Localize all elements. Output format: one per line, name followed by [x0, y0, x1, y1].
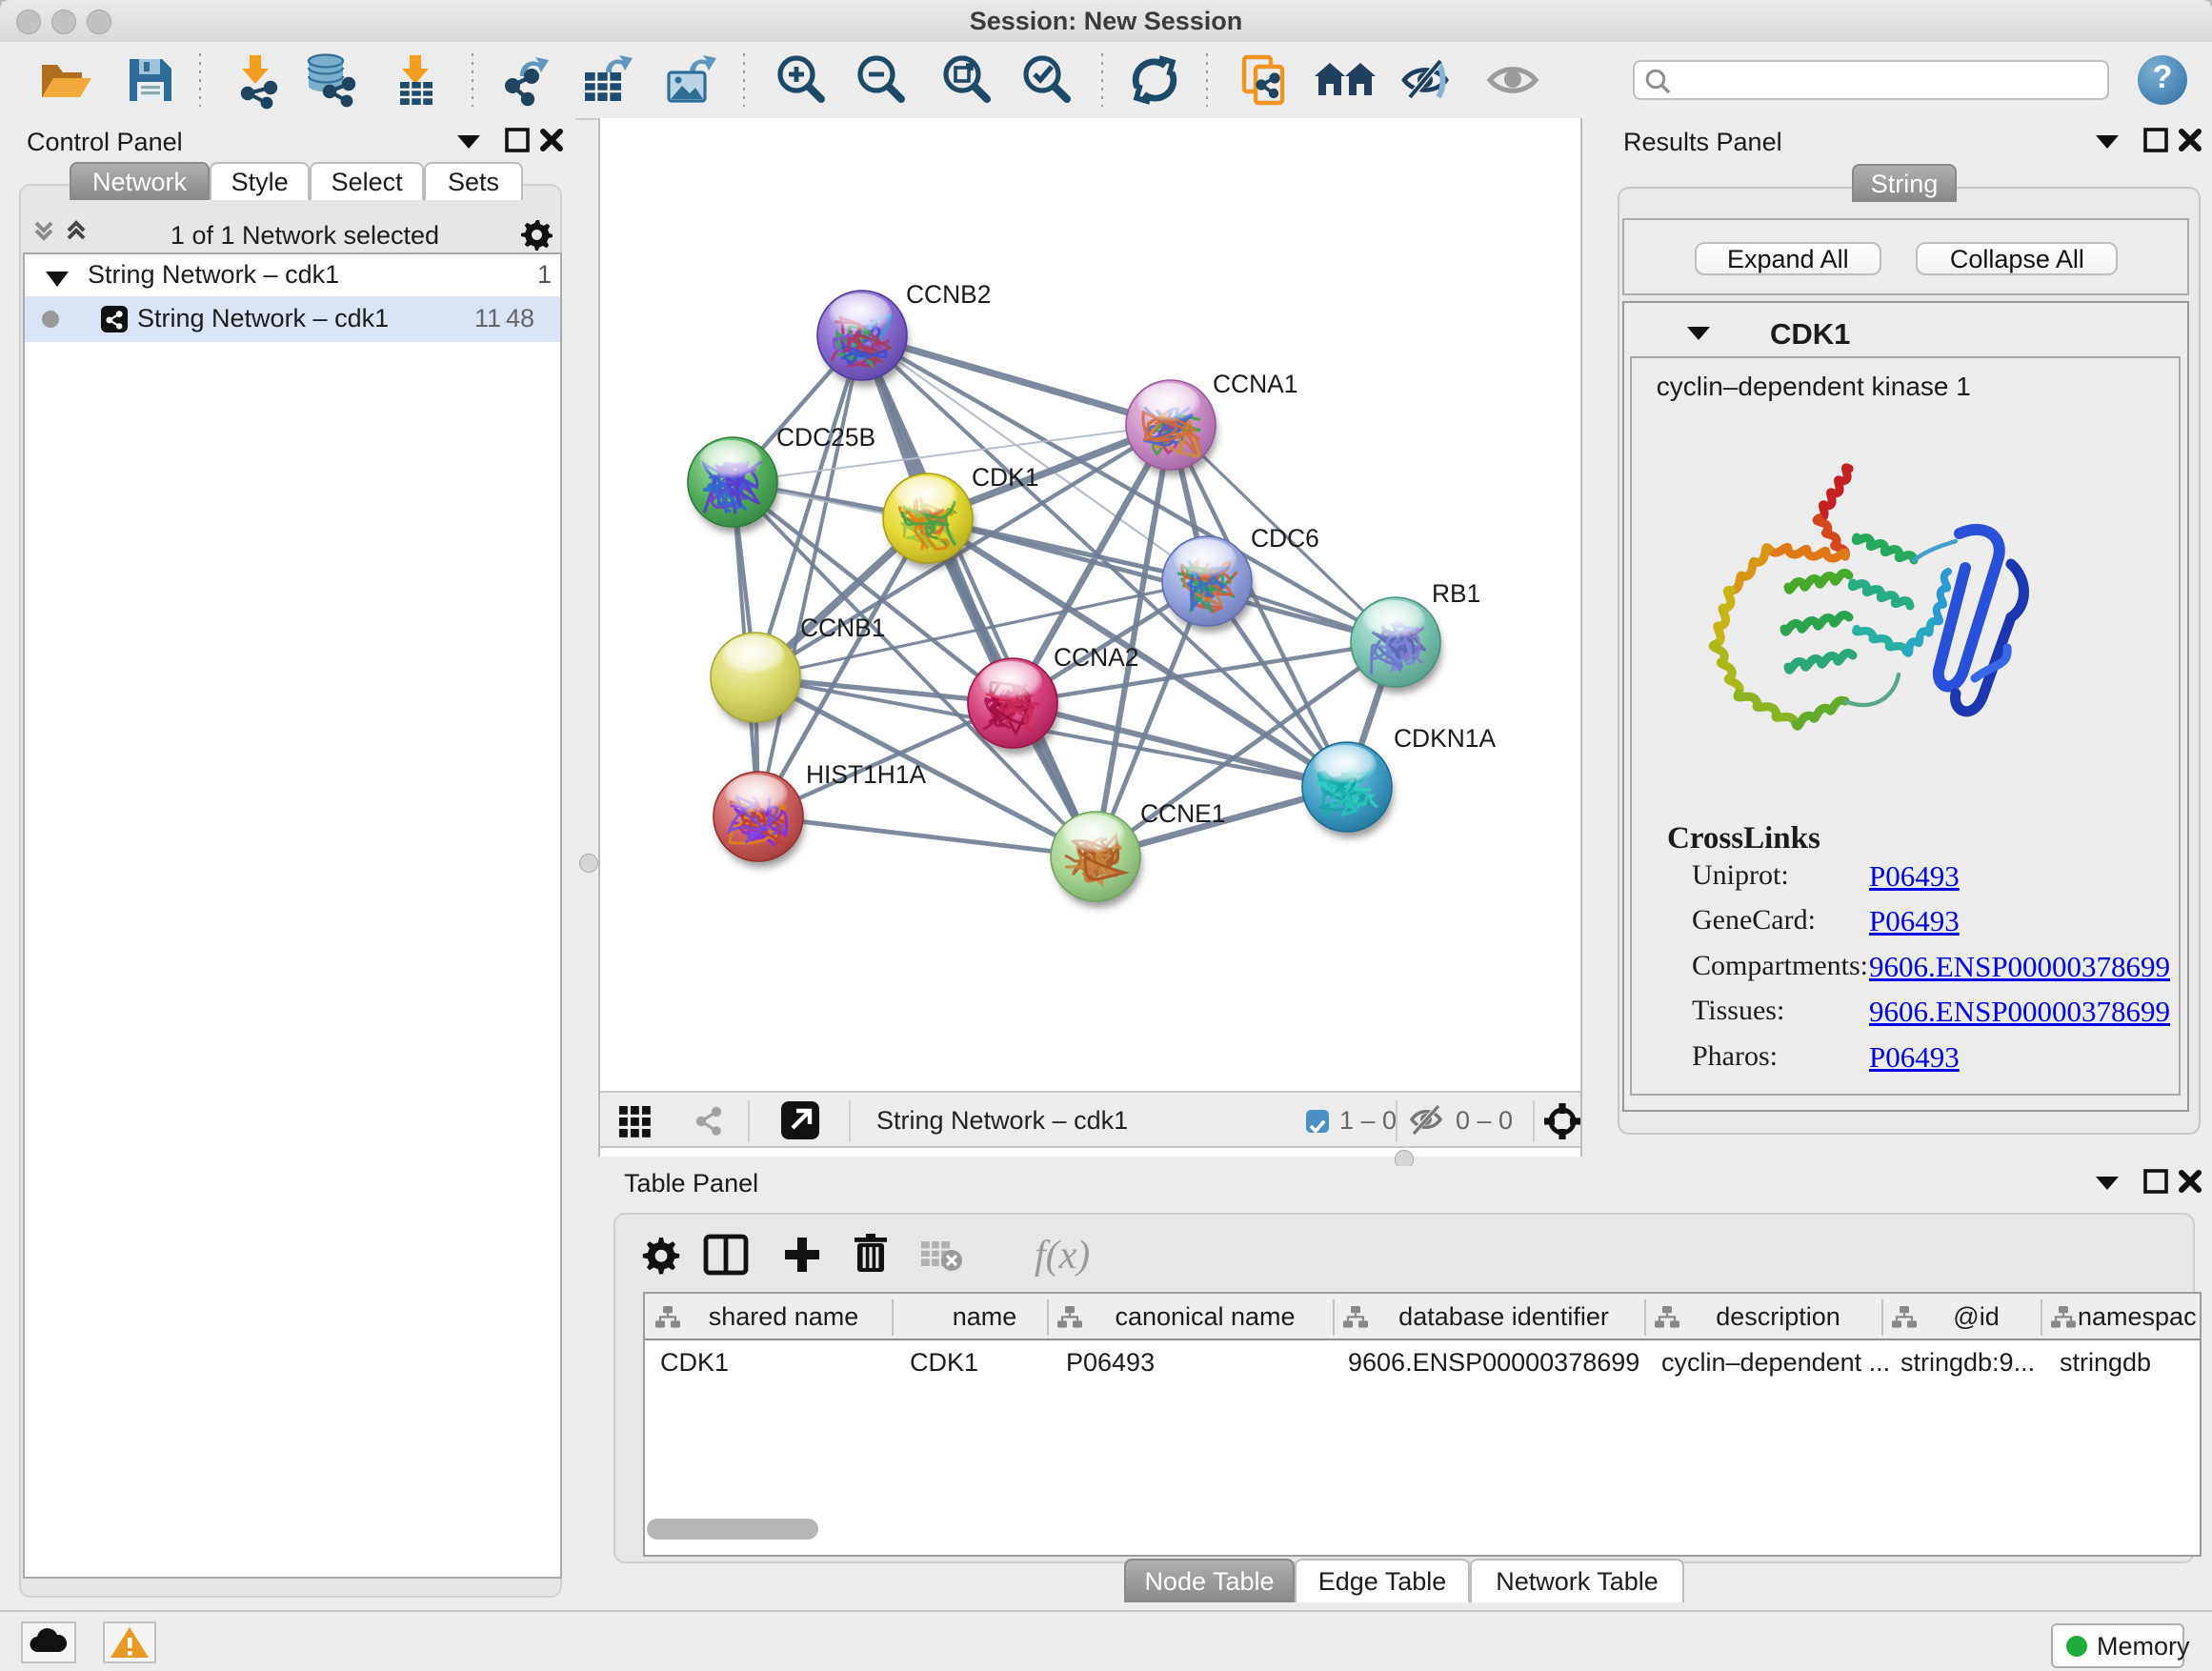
svg-text:CDC6: CDC6: [1251, 524, 1319, 553]
svg-text:CDK1: CDK1: [972, 463, 1038, 492]
svg-text:CCNA2: CCNA2: [1054, 643, 1138, 672]
svg-text:CCNE1: CCNE1: [1140, 799, 1225, 828]
svg-text:CCNB2: CCNB2: [906, 280, 991, 309]
svg-text:CCNA1: CCNA1: [1213, 370, 1297, 398]
svg-text:CDKN1A: CDKN1A: [1394, 724, 1496, 753]
svg-text:CCNB1: CCNB1: [800, 614, 885, 642]
svg-text:RB1: RB1: [1432, 579, 1480, 608]
svg-text:HIST1H1A: HIST1H1A: [806, 760, 927, 789]
svg-text:CDC25B: CDC25B: [776, 423, 875, 452]
svg-text:f(x): f(x): [1035, 1234, 1090, 1278]
